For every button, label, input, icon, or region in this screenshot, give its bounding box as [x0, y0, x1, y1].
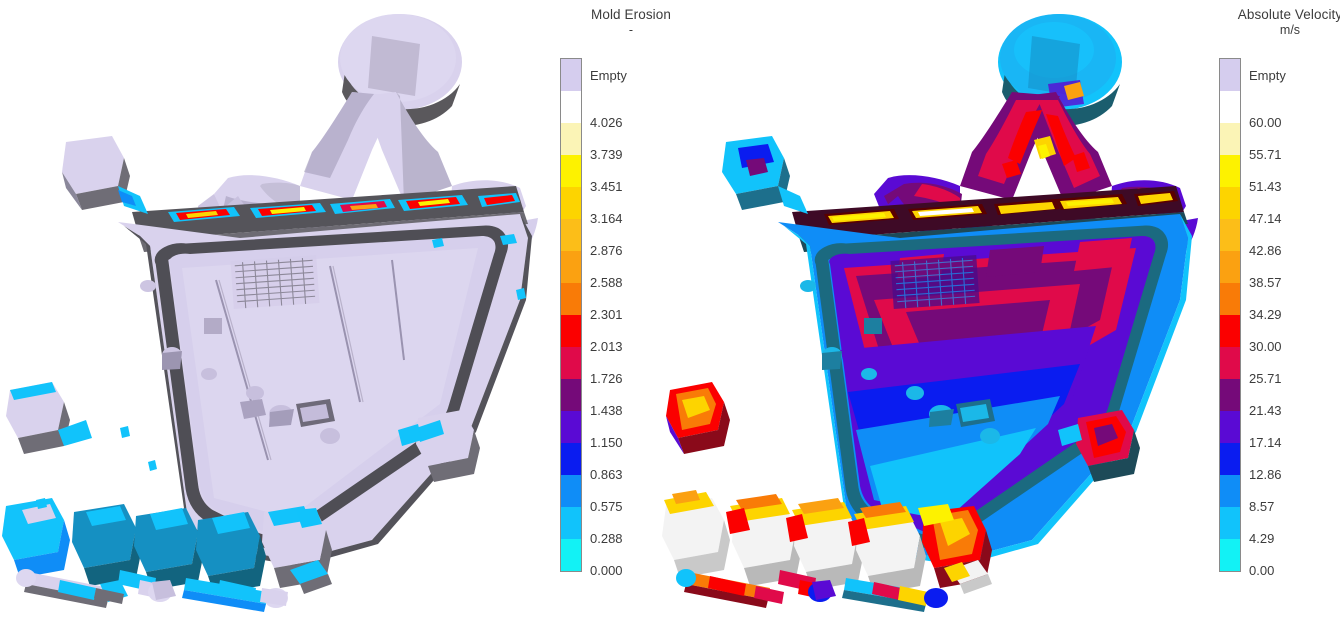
legend-absolute-velocity: Absolute Velocity m/s Empty 60.00 55.71 …: [1215, 0, 1340, 618]
tick-label: 51.43: [1249, 179, 1282, 194]
tick-label: 2.013: [590, 339, 623, 354]
colorbar-band: [561, 443, 581, 475]
tick-label: 1.150: [590, 435, 623, 450]
colorbar-band: [1220, 251, 1240, 283]
colorbar-mold-erosion[interactable]: [560, 58, 582, 572]
tick-label: 47.14: [1249, 211, 1282, 226]
tick-label: 60.00: [1249, 115, 1282, 130]
tick-label: 17.14: [1249, 435, 1282, 450]
colorbar-band: [1220, 91, 1240, 123]
tick-label: 30.00: [1249, 339, 1282, 354]
colorbar-band: [1220, 475, 1240, 507]
tick-label: 0.288: [590, 531, 623, 546]
colorbar-band: [561, 507, 581, 539]
tick-label: 3.164: [590, 211, 623, 226]
colorbar-band: [1220, 315, 1240, 347]
tick-label: 0.00: [1249, 563, 1275, 578]
tick-label: 1.726: [590, 371, 623, 386]
colorbar-band: [1220, 379, 1240, 411]
overflow-left-mid: [6, 382, 92, 454]
colorbar-band: [1220, 123, 1240, 155]
colorbar-absolute-velocity[interactable]: [1219, 58, 1241, 572]
tick-label: 0.000: [590, 563, 623, 578]
engraved-label: [230, 255, 320, 309]
viewport-mold-erosion[interactable]: [0, 0, 556, 618]
colorbar-band: [561, 91, 581, 123]
legend-title-absolute-velocity: Absolute Velocity: [1237, 7, 1340, 22]
overflow-left-top: [62, 136, 148, 214]
colorbar-band: [561, 59, 581, 91]
tick-label: 2.588: [590, 275, 623, 290]
tick-label: 2.876: [590, 243, 623, 258]
colorbar-ticks-absolute-velocity: Empty 60.00 55.71 51.43 47.14 42.86 38.5…: [1249, 58, 1340, 577]
legend-empty-label: Empty: [590, 68, 627, 83]
colorbar-band: [561, 539, 581, 571]
tick-label: 38.57: [1249, 275, 1282, 290]
overflow-left-top: [722, 136, 808, 214]
tick-label: 12.86: [1249, 467, 1282, 482]
colorbar-band: [1220, 187, 1240, 219]
colorbar-band: [561, 219, 581, 251]
legend-empty-label: Empty: [1249, 68, 1286, 83]
tick-label: 55.71: [1249, 147, 1282, 162]
overflow-left-mid-hot: [666, 382, 730, 454]
tick-label: 3.451: [590, 179, 623, 194]
tick-label: 4.29: [1249, 531, 1275, 546]
tick-label: 2.301: [590, 307, 623, 322]
tick-label: 0.575: [590, 499, 623, 514]
model-render-absolute-velocity: [662, 14, 1198, 612]
bottom-overflows: [2, 498, 332, 612]
colorbar-band: [561, 123, 581, 155]
colorbar-band: [561, 187, 581, 219]
colorbar-band: [1220, 283, 1240, 315]
colorbar-band: [1220, 155, 1240, 187]
colorbar-band: [561, 283, 581, 315]
bottom-overflows: [662, 490, 992, 612]
engraved-label: [890, 255, 980, 309]
tick-label: 21.43: [1249, 403, 1282, 418]
colorbar-band: [1220, 539, 1240, 571]
colorbar-band: [561, 251, 581, 283]
simulation-results-stage: Mold Erosion - Empty 4.026 3.739 3.451 3…: [0, 0, 1340, 618]
colorbar-band: [561, 411, 581, 443]
colorbar-band: [1220, 347, 1240, 379]
tick-label: 3.739: [590, 147, 623, 162]
legend-units-absolute-velocity: m/s: [1279, 23, 1301, 37]
colorbar-band: [561, 379, 581, 411]
colorbar-band: [561, 347, 581, 379]
tick-label: 25.71: [1249, 371, 1282, 386]
colorbar-band: [1220, 443, 1240, 475]
tick-label: 34.29: [1249, 307, 1282, 322]
colorbar-band: [1220, 219, 1240, 251]
colorbar-band: [1220, 507, 1240, 539]
colorbar-band: [1220, 59, 1240, 91]
colorbar-band: [561, 315, 581, 347]
colorbar-band: [561, 155, 581, 187]
viewport-absolute-velocity[interactable]: [660, 0, 1220, 618]
colorbar-band: [1220, 411, 1240, 443]
tick-label: 4.026: [590, 115, 623, 130]
model-render-mold-erosion: [2, 14, 538, 612]
tick-label: 1.438: [590, 403, 623, 418]
tick-label: 0.863: [590, 467, 623, 482]
tick-label: 42.86: [1249, 243, 1282, 258]
colorbar-band: [561, 475, 581, 507]
tick-label: 8.57: [1249, 499, 1275, 514]
